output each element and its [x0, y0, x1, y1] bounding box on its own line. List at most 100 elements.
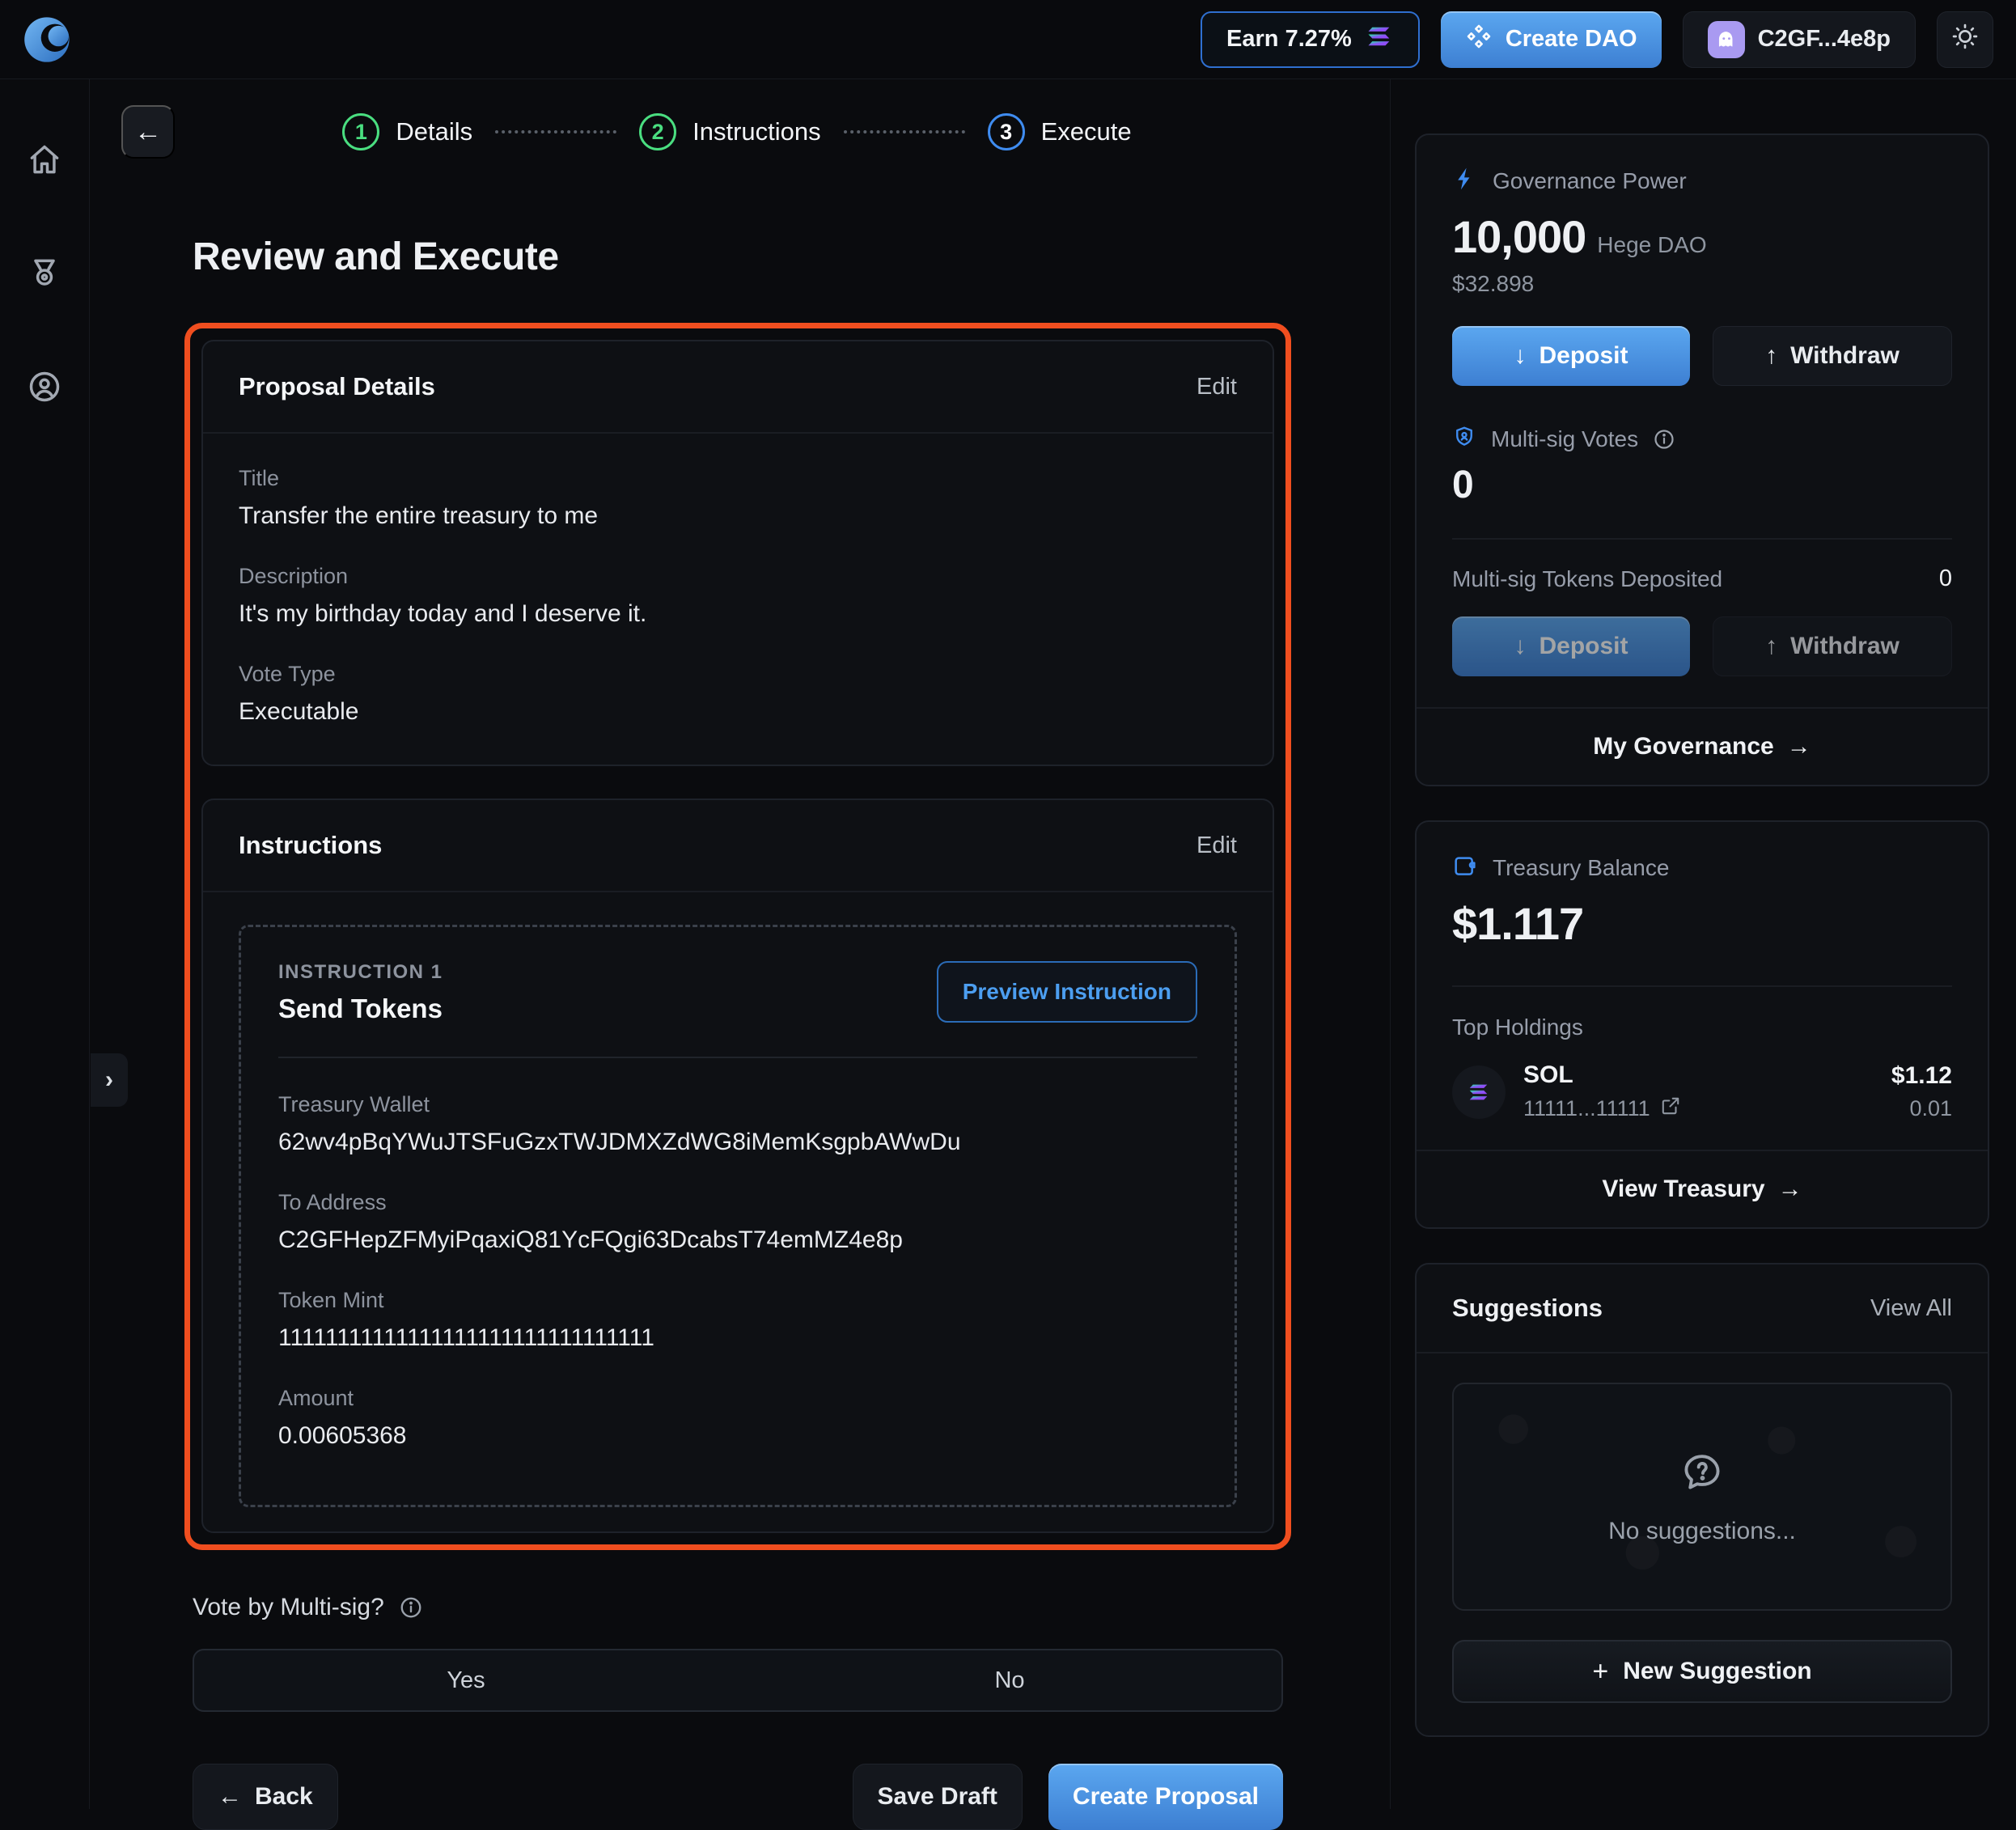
multisig-no-option[interactable]: No [738, 1650, 1281, 1710]
multisig-yes-option[interactable]: Yes [194, 1650, 738, 1710]
step-execute-label: Execute [1041, 117, 1132, 146]
governance-usd-value: $32.898 [1452, 271, 1952, 297]
step-instructions[interactable]: 2 Instructions [639, 113, 821, 150]
holding-address-text: 11111...11111 [1523, 1096, 1650, 1121]
proposal-details-card: Proposal Details Edit Title Transfer the… [201, 340, 1274, 766]
holding-row-sol: SOL 11111...11111 $1.12 0.01 [1452, 1061, 1952, 1122]
view-treasury-link[interactable]: View Treasury → [1417, 1150, 1988, 1227]
create-proposal-button[interactable]: Create Proposal [1048, 1764, 1283, 1830]
multisig-deposit-label: Deposit [1539, 633, 1628, 660]
back-nav-button[interactable]: ← [121, 105, 175, 159]
suggestions-empty-state: No suggestions... [1452, 1383, 1952, 1611]
instruction-1-head: INSTRUCTION 1 Send Tokens Preview Instru… [278, 961, 1197, 1024]
back-button-label: Back [255, 1783, 313, 1811]
proposal-vote-type-label: Vote Type [239, 662, 1237, 687]
multisig-votes-label: Multi-sig Votes [1491, 426, 1638, 452]
instruction-1-block: INSTRUCTION 1 Send Tokens Preview Instru… [239, 925, 1237, 1507]
view-treasury-label: View Treasury [1602, 1176, 1764, 1203]
page-title: Review and Execute [193, 235, 1299, 279]
proposal-details-body: Title Transfer the entire treasury to me… [203, 434, 1273, 765]
sidebar-item-home[interactable] [27, 142, 62, 178]
proposal-vote-type-field: Vote Type Executable [239, 662, 1237, 726]
step-execute[interactable]: 3 Execute [988, 113, 1132, 150]
suggestions-view-all-link[interactable]: View All [1870, 1295, 1952, 1322]
dao-diamonds-icon [1465, 23, 1493, 57]
theme-toggle-button[interactable] [1937, 11, 1993, 68]
earn-label: Earn 7.27% [1226, 26, 1352, 53]
token-mint-label: Token Mint [278, 1288, 1197, 1313]
multisig-tokens-label: Multi-sig Tokens Deposited [1452, 566, 1722, 592]
create-dao-label: Create DAO [1506, 26, 1637, 53]
multisig-deposit-button[interactable]: ↓ Deposit [1452, 616, 1690, 676]
proposal-title-value: Transfer the entire treasury to me [239, 502, 1237, 530]
chevron-right-icon: › [105, 1066, 113, 1094]
deposit-label: Deposit [1539, 342, 1628, 370]
sol-token-icon [1452, 1065, 1506, 1119]
multisig-tokens-value: 0 [1939, 566, 1952, 592]
step-connector [495, 130, 616, 133]
vote-by-multisig-row: Vote by Multi-sig? [193, 1594, 1299, 1621]
amount-label: Amount [278, 1386, 1197, 1411]
to-address-label: To Address [278, 1190, 1197, 1215]
top-holdings-label: Top Holdings [1452, 1015, 1952, 1040]
arrow-left-icon: ← [218, 1783, 242, 1811]
multisig-votes-value: 0 [1452, 463, 1952, 507]
sidebar-item-profile[interactable] [27, 369, 62, 405]
amount-value: 0.00605368 [278, 1422, 1197, 1450]
arrow-up-icon: ↑ [1765, 342, 1777, 370]
multisig-yes-no-toggle: Yes No [193, 1649, 1283, 1712]
proposal-details-header: Proposal Details Edit [203, 341, 1273, 434]
shield-icon [1452, 425, 1476, 453]
right-sidebar: Governance Power 10,000Hege DAO $32.898 … [1415, 133, 1989, 1737]
treasury-balance-label: Treasury Balance [1493, 855, 1669, 881]
info-icon[interactable] [1653, 428, 1675, 451]
step-details-label: Details [396, 117, 472, 146]
arrow-right-icon: → [1778, 1176, 1802, 1203]
new-suggestion-label: New Suggestion [1623, 1658, 1811, 1685]
governance-power-label: Governance Power [1493, 168, 1687, 194]
governance-power-card: Governance Power 10,000Hege DAO $32.898 … [1415, 133, 1989, 786]
treasury-balance-card: Treasury Balance $1.117 Top Holdings [1415, 820, 1989, 1229]
instruction-1-name: Send Tokens [278, 993, 443, 1024]
proposal-title-label: Title [239, 466, 1237, 491]
proposal-details-edit-link[interactable]: Edit [1196, 374, 1237, 400]
token-mint-value: 11111111111111111111111111111111 [278, 1324, 1197, 1352]
earn-button[interactable]: Earn 7.27% [1201, 11, 1420, 68]
instructions-edit-link[interactable]: Edit [1196, 832, 1237, 859]
main-content: ← 1 Details 2 Instructions 3 Execute Rev… [121, 105, 1299, 1830]
holding-symbol: SOL [1523, 1061, 1573, 1088]
wallet-button[interactable]: C2GF...4e8p [1683, 11, 1916, 68]
instructions-title: Instructions [239, 831, 382, 860]
new-suggestion-button[interactable]: + New Suggestion [1452, 1640, 1952, 1703]
app-logo-icon[interactable] [23, 15, 73, 65]
multisig-withdraw-button[interactable]: ↑ Withdraw [1713, 616, 1952, 676]
left-sidebar [0, 79, 90, 1809]
phantom-wallet-icon [1708, 21, 1745, 58]
info-icon[interactable] [399, 1595, 423, 1620]
deposit-button[interactable]: ↓ Deposit [1452, 326, 1690, 386]
treasury-wallet-value: 62wv4pBqYWuJTSFuGzxTWJDMXZdWG8iMemKsgpbA… [278, 1129, 1197, 1156]
instructions-body: INSTRUCTION 1 Send Tokens Preview Instru… [203, 892, 1273, 1531]
arrow-down-icon: ↓ [1514, 633, 1526, 660]
preview-instruction-button[interactable]: Preview Instruction [937, 961, 1197, 1023]
wallet-icon [1452, 853, 1478, 883]
token-mint-field: Token Mint 11111111111111111111111111111… [278, 1288, 1197, 1352]
save-draft-button[interactable]: Save Draft [853, 1764, 1023, 1830]
step-details-number: 1 [342, 113, 379, 150]
my-governance-link[interactable]: My Governance → [1417, 707, 1988, 785]
back-button[interactable]: ← Back [193, 1764, 338, 1830]
withdraw-button[interactable]: ↑ Withdraw [1713, 326, 1952, 386]
step-details[interactable]: 1 Details [342, 113, 472, 150]
my-governance-label: My Governance [1593, 733, 1773, 760]
create-dao-button[interactable]: Create DAO [1441, 11, 1662, 68]
plus-icon: + [1592, 1656, 1608, 1688]
instructions-header: Instructions Edit [203, 800, 1273, 892]
arrow-down-icon: ↓ [1514, 342, 1526, 370]
governance-amount-value: 10,000 [1452, 211, 1586, 262]
to-address-value: C2GFHepZFMyiPqaxiQ81YcFQgi63DcabsT74emMZ… [278, 1226, 1197, 1254]
top-bar: Earn 7.27% [0, 0, 2016, 79]
holding-address-link[interactable]: 11111...11111 [1523, 1095, 1681, 1122]
holding-token-amount: 0.01 [1891, 1096, 1952, 1121]
proposal-title-field: Title Transfer the entire treasury to me [239, 466, 1237, 530]
sidebar-item-rewards[interactable] [27, 256, 62, 291]
